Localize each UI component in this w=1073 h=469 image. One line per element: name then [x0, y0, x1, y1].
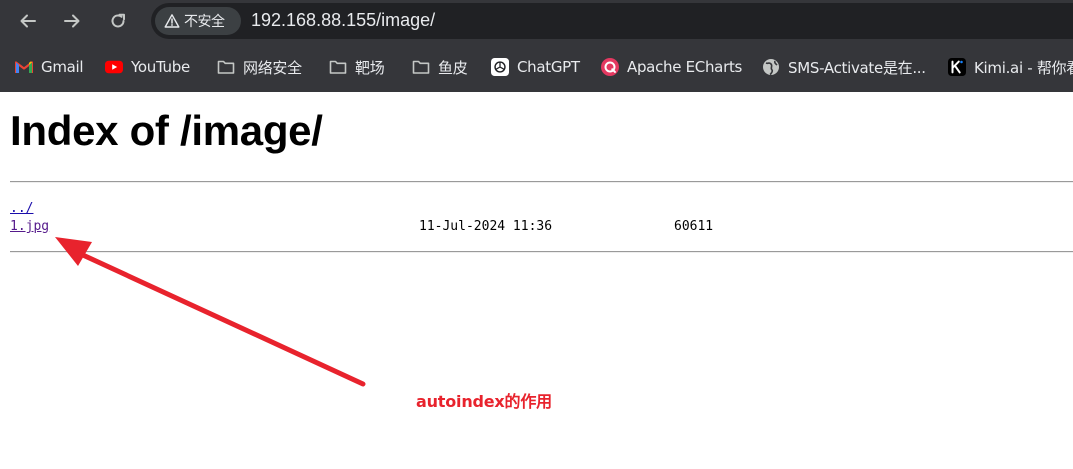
youtube-icon — [105, 58, 123, 76]
bookmark-folder-range[interactable]: 靶场 — [329, 56, 385, 78]
folder-icon — [412, 58, 430, 76]
arrow-right-icon — [64, 14, 80, 28]
page-content: Index of /image/ ../ 1.jpg 11-Jul-2024 1… — [0, 92, 1073, 469]
kimi-icon — [948, 58, 966, 76]
bookmark-youtube[interactable]: YouTube — [105, 56, 190, 78]
bookmark-label: Gmail — [41, 58, 84, 76]
bookmark-label: YouTube — [131, 58, 190, 76]
bookmark-folder-yupi[interactable]: 鱼皮 — [412, 56, 468, 78]
annotation-arrow — [55, 237, 366, 387]
echarts-icon — [601, 58, 619, 76]
bookmark-folder-network-security[interactable]: 网络安全 — [217, 56, 302, 78]
bookmark-label: Kimi.ai - 帮你看 — [974, 58, 1073, 77]
browser-toolbar: 不安全 192.168.88.155/image/ — [0, 0, 1073, 42]
bookmark-chatgpt[interactable]: ChatGPT — [491, 56, 580, 78]
security-chip[interactable]: 不安全 — [155, 7, 241, 35]
url-text[interactable]: 192.168.88.155/image/ — [251, 10, 435, 31]
bookmark-label: 靶场 — [355, 58, 385, 77]
bookmark-label: 鱼皮 — [438, 58, 468, 77]
address-bar[interactable]: 不安全 192.168.88.155/image/ — [151, 3, 1073, 39]
bookmark-label: ChatGPT — [517, 58, 580, 76]
gmail-icon — [15, 58, 33, 76]
reload-button[interactable] — [103, 6, 133, 36]
back-button[interactable] — [13, 6, 43, 36]
bookmark-label: SMS-Activate是在... — [788, 58, 926, 77]
bookmark-apache-echarts[interactable]: Apache ECharts — [601, 56, 742, 78]
folder-icon — [329, 58, 347, 76]
bookmarks-bar: Gmail YouTube 网络安全 靶场 鱼皮 ChatGPT Apache … — [0, 42, 1073, 92]
annotation-label: autoindex的作用 — [416, 392, 552, 411]
bookmark-label: Apache ECharts — [627, 58, 743, 76]
bookmark-label: 网络安全 — [243, 58, 302, 77]
reload-icon — [111, 13, 125, 28]
chatgpt-icon — [491, 58, 509, 76]
bookmark-sms-activate[interactable]: SMS-Activate是在... — [762, 56, 926, 78]
arrow-left-icon — [20, 14, 36, 28]
security-label: 不安全 — [184, 14, 225, 30]
bookmark-gmail[interactable]: Gmail — [15, 56, 84, 78]
bookmark-kimi[interactable]: Kimi.ai - 帮你看 — [948, 56, 1073, 78]
warning-icon — [164, 14, 180, 28]
globe-icon — [762, 58, 780, 76]
forward-button[interactable] — [57, 6, 87, 36]
folder-icon — [217, 58, 235, 76]
